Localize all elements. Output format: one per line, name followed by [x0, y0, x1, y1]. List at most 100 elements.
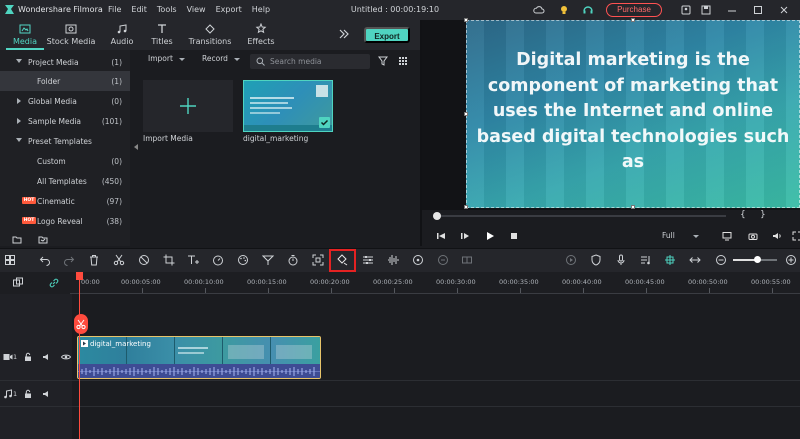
eye-visibility-icon[interactable] — [61, 352, 71, 362]
import-dropdown-label: Import — [148, 54, 173, 63]
volume-icon[interactable] — [42, 389, 52, 399]
media-clip-thumbnail[interactable] — [243, 80, 333, 132]
ruler-tick — [583, 288, 584, 293]
voiceover-list-icon[interactable] — [640, 254, 652, 266]
preview-scrub-handle[interactable] — [433, 212, 441, 220]
grid-view-icon[interactable] — [398, 56, 408, 66]
sidebar-item-custom[interactable]: Custom (0) — [0, 151, 130, 171]
idea-bulb-icon[interactable] — [558, 4, 570, 16]
maximize-icon[interactable] — [752, 4, 764, 16]
resize-handle[interactable] — [631, 205, 635, 209]
sidebar-item-all-templates[interactable]: All Templates (450) — [0, 171, 130, 191]
crop-icon[interactable] — [163, 254, 175, 266]
sidebar-item-global-media[interactable]: Global Media (0) — [0, 91, 130, 111]
import-media-tile[interactable] — [143, 80, 233, 132]
tab-stock-media[interactable]: Stock Media — [45, 20, 97, 50]
cloud-icon[interactable] — [533, 4, 545, 16]
menu-export[interactable]: Export — [216, 5, 242, 14]
playhead-split-marker[interactable] — [74, 314, 88, 334]
sidebar-item-project-media[interactable]: Project Media (1) — [0, 52, 130, 72]
zoom-slider-handle[interactable] — [754, 256, 761, 263]
delete-icon[interactable] — [88, 254, 100, 266]
new-folder-icon[interactable] — [12, 234, 22, 244]
microphone-icon[interactable] — [615, 254, 627, 266]
resize-handle[interactable] — [631, 18, 635, 22]
stabilize-icon[interactable] — [437, 254, 449, 266]
resize-handle[interactable] — [464, 205, 468, 209]
minimize-icon[interactable] — [726, 4, 738, 16]
tab-media[interactable]: Media — [0, 20, 50, 50]
preview-scrub-track[interactable] — [436, 215, 726, 217]
zoom-in-icon[interactable] — [785, 254, 797, 266]
playhead-handle[interactable] — [76, 272, 83, 280]
panel-collapse-icon[interactable] — [134, 144, 138, 150]
mark-out-button[interactable]: } — [760, 210, 766, 220]
resize-handle[interactable] — [464, 112, 468, 116]
marker-shield-icon[interactable] — [590, 254, 602, 266]
sidebar-item-cinematic[interactable]: HOT Cinematic (97) — [0, 191, 130, 211]
sidebar-item-preset-templates[interactable]: Preset Templates — [0, 131, 130, 151]
tab-effects[interactable]: Effects — [236, 20, 286, 50]
monitor-icon[interactable] — [722, 231, 732, 241]
more-tabs-chevron-icon[interactable] — [338, 28, 350, 40]
account-icon[interactable] — [680, 4, 692, 16]
close-icon[interactable] — [778, 4, 790, 16]
split-screen-icon[interactable] — [461, 254, 473, 266]
lock-icon[interactable] — [23, 352, 33, 362]
filter-icon[interactable] — [378, 56, 388, 66]
frame-forward-icon[interactable] — [460, 231, 470, 241]
menu-file[interactable]: File — [108, 5, 121, 14]
audio-waveform-icon[interactable] — [387, 254, 399, 266]
color-palette-icon[interactable] — [237, 254, 249, 266]
render-preview-icon[interactable] — [565, 254, 577, 266]
motion-tracking-icon[interactable] — [412, 254, 424, 266]
save-icon[interactable] — [700, 4, 712, 16]
fit-screen-icon[interactable] — [312, 254, 324, 266]
layout-grid-icon[interactable] — [4, 254, 16, 266]
add-text-icon[interactable] — [187, 254, 199, 266]
sidebar-item-count: (450) — [101, 177, 122, 186]
redo-icon[interactable] — [63, 254, 75, 266]
tab-transitions[interactable]: Transitions — [185, 20, 235, 50]
import-dropdown[interactable]: Import — [148, 54, 185, 68]
menu-tools[interactable]: Tools — [157, 5, 177, 14]
add-track-icon[interactable] — [12, 277, 24, 289]
sidebar-item-logo-reveal[interactable]: HOT Logo Reveal (38) — [0, 211, 130, 231]
sidebar-item-folder[interactable]: Folder (1) — [0, 71, 130, 91]
step-back-icon[interactable] — [436, 231, 446, 241]
timeline-video-clip[interactable]: digital_marketing — [77, 336, 321, 379]
menu-edit[interactable]: Edit — [131, 5, 147, 14]
audio-adjust-icon[interactable] — [362, 254, 374, 266]
play-icon[interactable] — [485, 231, 495, 241]
zoom-fit-icon[interactable] — [689, 254, 701, 266]
lock-icon[interactable] — [23, 389, 33, 399]
search-input[interactable] — [270, 54, 366, 69]
quality-dropdown[interactable]: Full — [662, 231, 710, 240]
tab-titles[interactable]: Titles — [137, 20, 187, 50]
mark-in-button[interactable]: { — [740, 210, 746, 220]
resize-handle[interactable] — [464, 18, 468, 22]
headset-support-icon[interactable] — [582, 4, 594, 16]
menu-view[interactable]: View — [187, 5, 206, 14]
sidebar-item-label: Sample Media — [28, 117, 82, 126]
volume-icon[interactable] — [42, 352, 52, 362]
undo-icon[interactable] — [39, 254, 51, 266]
speed-icon[interactable] — [212, 254, 224, 266]
purchase-button[interactable]: Purchase — [606, 3, 662, 17]
disable-icon[interactable] — [138, 254, 150, 266]
link-icon[interactable] — [48, 277, 60, 289]
fullscreen-icon[interactable] — [792, 231, 800, 241]
green-screen-icon[interactable] — [262, 254, 274, 266]
snap-magnet-icon[interactable] — [664, 254, 676, 266]
volume-icon[interactable] — [772, 231, 782, 241]
zoom-out-icon[interactable] — [715, 254, 727, 266]
menu-help[interactable]: Help — [252, 5, 270, 14]
record-dropdown[interactable]: Record — [202, 54, 240, 68]
duration-timer-icon[interactable] — [287, 254, 299, 266]
snapshot-camera-icon[interactable] — [748, 231, 758, 241]
sidebar-item-sample-media[interactable]: Sample Media (101) — [0, 111, 130, 131]
folder-icon[interactable] — [38, 234, 48, 244]
scissors-icon[interactable] — [113, 254, 125, 266]
stop-icon[interactable] — [509, 231, 519, 241]
export-button[interactable]: Export — [364, 27, 410, 43]
